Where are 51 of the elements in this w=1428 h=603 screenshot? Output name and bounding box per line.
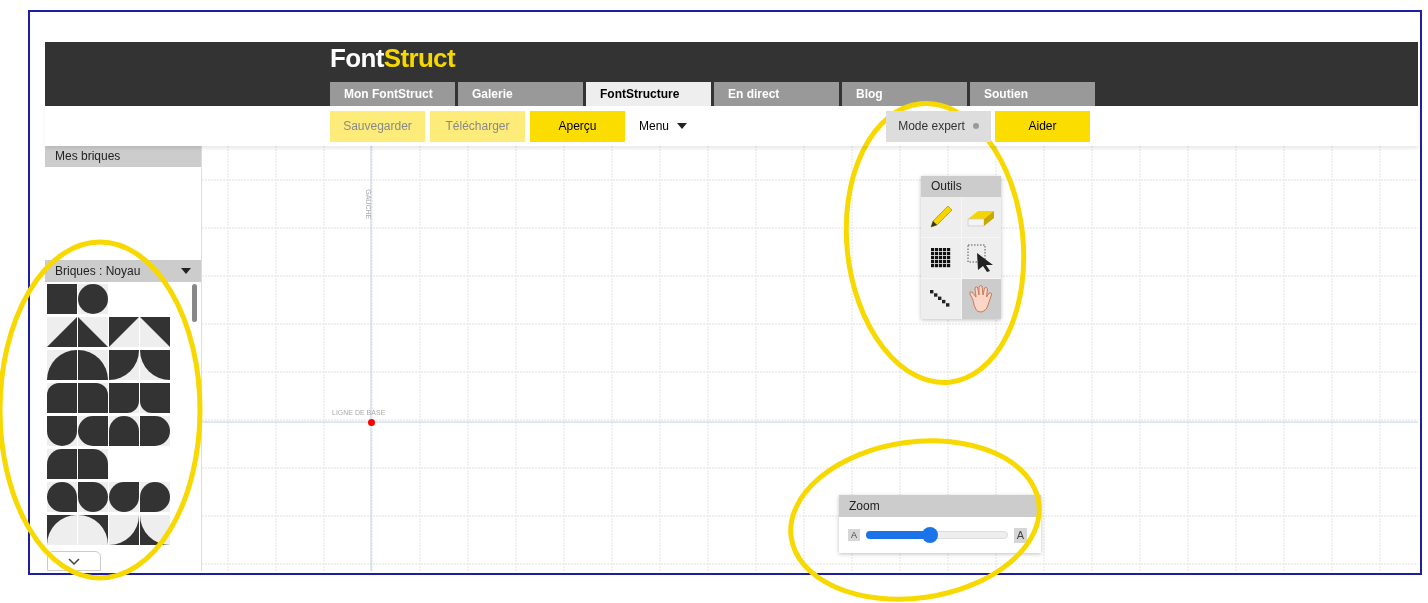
zoom-slider[interactable] xyxy=(866,527,1008,543)
grid-icon xyxy=(930,248,951,268)
brick-icon[interactable] xyxy=(78,416,108,446)
brick-icon[interactable] xyxy=(109,515,139,545)
chevron-down-icon xyxy=(68,557,80,565)
tool-button[interactable] xyxy=(921,279,961,319)
brick-icon[interactable] xyxy=(47,383,77,413)
brick-icon[interactable] xyxy=(78,482,108,512)
panel-header: Mes briques xyxy=(45,146,201,167)
brick-icon[interactable] xyxy=(109,350,139,380)
brick-icon[interactable] xyxy=(47,449,77,479)
panel-header: Zoom xyxy=(839,495,1041,517)
brick-icon[interactable] xyxy=(109,383,139,413)
brick-icon[interactable] xyxy=(78,317,108,347)
small-text-icon: A xyxy=(848,529,860,541)
brick-icon[interactable] xyxy=(140,383,170,413)
toolbar-button[interactable]: Aperçu xyxy=(530,110,625,142)
panel-header: Outils xyxy=(921,176,1001,197)
brick-icon[interactable] xyxy=(78,383,108,413)
menu-dropdown[interactable]: Menu xyxy=(635,110,692,142)
nav-tab[interactable]: FontStructure xyxy=(586,82,711,106)
large-text-icon: A xyxy=(1014,527,1027,543)
brick-icon[interactable] xyxy=(140,416,170,446)
brick-icon[interactable] xyxy=(140,317,170,347)
expert-mode-toggle[interactable]: Mode expert xyxy=(886,110,992,142)
brick-icon[interactable] xyxy=(47,317,77,347)
brick-icon[interactable] xyxy=(47,350,77,380)
brick-icon[interactable] xyxy=(78,449,108,479)
diagonal-dots-icon xyxy=(929,290,952,308)
caret-icon xyxy=(677,123,688,129)
caret-icon xyxy=(181,268,191,274)
origin-point xyxy=(368,419,375,426)
tool-button[interactable] xyxy=(961,238,1001,278)
brick-icon[interactable] xyxy=(78,515,108,545)
slider-thumb[interactable] xyxy=(921,527,938,543)
brick-icon[interactable] xyxy=(140,515,170,545)
brick-icon[interactable] xyxy=(140,482,170,512)
brick-icon[interactable] xyxy=(109,416,139,446)
tool-button[interactable] xyxy=(921,238,961,278)
help-button[interactable]: Aider xyxy=(995,110,1091,142)
brick-icon[interactable] xyxy=(47,416,77,446)
brick-icon[interactable] xyxy=(140,350,170,380)
scrollbar-thumb[interactable] xyxy=(192,284,197,322)
brick-icon[interactable] xyxy=(47,482,77,512)
brick-icon[interactable] xyxy=(47,515,77,545)
brick-icon[interactable] xyxy=(78,350,108,380)
brick-library-dropdown[interactable]: Briques : Noyau xyxy=(45,260,201,282)
brick-icon[interactable] xyxy=(78,284,108,314)
brick-icon[interactable] xyxy=(109,482,139,512)
logo[interactable]: FontStruct xyxy=(330,42,1418,74)
brick-icon[interactable] xyxy=(109,317,139,347)
